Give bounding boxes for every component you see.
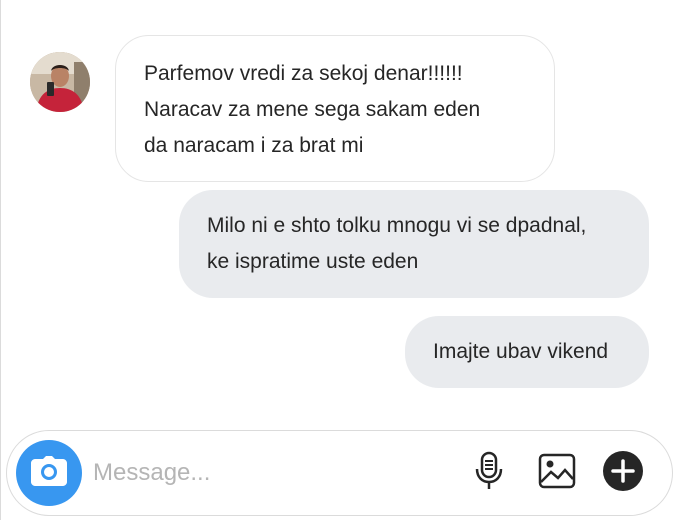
plus-circle-icon	[602, 450, 644, 497]
camera-button[interactable]	[16, 440, 82, 506]
send-image-button[interactable]	[535, 451, 579, 495]
image-icon	[538, 453, 576, 494]
camera-icon	[31, 455, 67, 491]
outgoing-message[interactable]: Imajte ubav vikend	[405, 316, 649, 388]
message-text-line: Parfemov vredi za sekoj denar!!!!!!	[144, 62, 463, 85]
voice-message-button[interactable]	[467, 451, 511, 495]
add-attachment-button[interactable]	[601, 450, 645, 497]
message-text-line: Naracav za mene sega sakam eden	[144, 98, 481, 121]
sender-avatar[interactable]	[30, 52, 90, 112]
outgoing-message[interactable]: Milo ni e shto tolku mnogu vi se dpadnal…	[179, 190, 649, 298]
message-text-line: Milo ni e shto tolku mnogu vi se dpadnal…	[207, 214, 587, 237]
message-input[interactable]	[93, 453, 453, 493]
message-composer	[6, 430, 673, 516]
message-text-line: da naracam i za brat mi	[144, 134, 364, 157]
microphone-icon	[474, 451, 504, 496]
message-text-line: Imajte ubav vikend	[433, 340, 609, 363]
incoming-message[interactable]: Parfemov vredi za sekoj denar!!!!!! Nara…	[115, 35, 555, 182]
message-text-line: ke ispratime uste eden	[207, 250, 419, 273]
chat-window: Parfemov vredi za sekoj denar!!!!!! Nara…	[0, 0, 673, 520]
